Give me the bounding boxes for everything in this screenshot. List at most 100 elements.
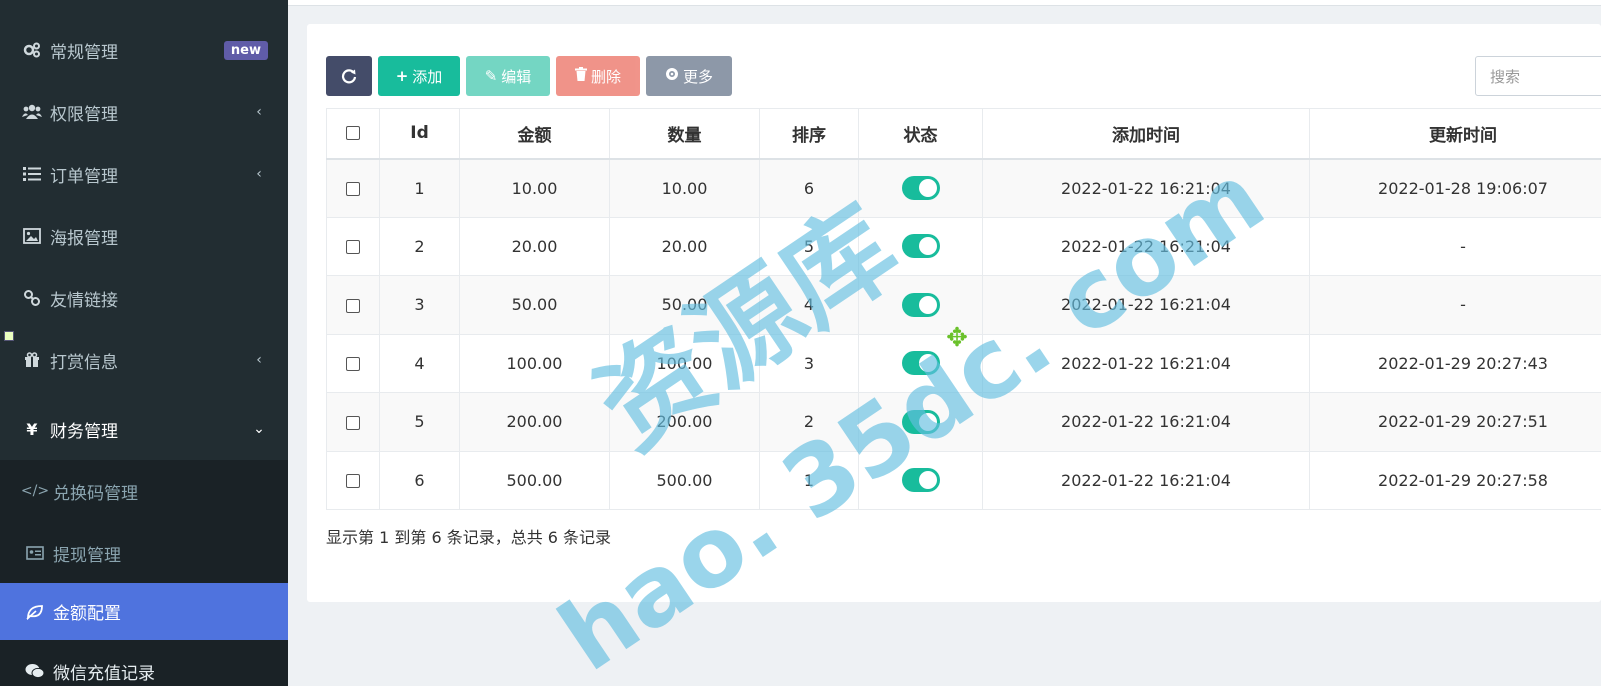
chevron-left-icon: ‹ (256, 352, 262, 368)
cell-quantity: 200.00 (609, 392, 760, 452)
delete-button[interactable]: 删除 (556, 56, 640, 96)
sidebar-item-label: 打赏信息 (50, 352, 118, 373)
table-row[interactable]: 1 10.00 10.00 6 2022-01-22 16:21:04 2022… (326, 158, 1601, 218)
sidebar: 常规管理 new 权限管理 ‹ 订单管理 ‹ 海报管理 友情链接 打赏信息 ‹ (0, 0, 288, 686)
column-header[interactable]: 数量 (609, 108, 760, 160)
gift-icon (22, 350, 42, 370)
sidebar-item-label: 提现管理 (53, 545, 121, 566)
cell-id: 4 (379, 333, 460, 393)
cell-added-time: 2022-01-22 16:21:04 (982, 450, 1310, 510)
yen-icon: ¥ (26, 419, 38, 439)
select-all-header (326, 108, 380, 160)
row-checkbox[interactable] (346, 415, 360, 430)
cell-quantity: 500.00 (609, 450, 760, 510)
cell-sort: 2 (759, 392, 859, 452)
status-toggle[interactable] (901, 351, 940, 376)
status-toggle[interactable] (901, 468, 940, 493)
row-checkbox[interactable] (346, 182, 360, 196)
column-header[interactable]: 排序 (759, 108, 859, 160)
finance-submenu: </> 兑换码管理 提现管理 金额配置 微信充值记录 (0, 460, 288, 686)
sidebar-item-amount-config[interactable]: 金额配置 (0, 583, 288, 640)
sidebar-item-rewards[interactable]: 打赏信息 ‹ (0, 329, 288, 391)
status-toggle[interactable] (901, 409, 940, 434)
sidebar-item-orders[interactable]: 订单管理 ‹ (0, 143, 288, 205)
link-icon (22, 288, 42, 308)
cell-amount: 20.00 (459, 216, 610, 276)
cell-sort: 1 (759, 450, 859, 510)
cell-sort: 5 (759, 216, 859, 276)
sidebar-item-redeem-codes[interactable]: </> 兑换码管理 (0, 460, 288, 522)
table-row[interactable]: 2 20.00 20.00 5 2022-01-22 16:21:04 - (326, 216, 1601, 276)
row-checkbox[interactable] (346, 240, 360, 255)
cell-id: 2 (379, 216, 460, 276)
group-icon (22, 102, 42, 122)
more-button[interactable]: 更多 (646, 56, 732, 96)
add-button[interactable]: + 添加 (378, 56, 460, 96)
table-row[interactable]: 5 200.00 200.00 2 2022-01-22 16:21:04 20… (326, 392, 1601, 452)
new-badge: new (223, 40, 268, 60)
cell-updated-time: 2022-01-29 20:27:51 (1309, 392, 1601, 452)
cell-amount: 200.00 (459, 392, 610, 452)
column-header[interactable]: 添加时间 (982, 108, 1310, 160)
refresh-icon (341, 69, 357, 84)
cell-quantity: 10.00 (609, 158, 760, 218)
chevron-left-icon: ‹ (256, 104, 262, 120)
cell-added-time: 2022-01-22 16:21:04 (982, 392, 1310, 452)
refresh-button[interactable] (326, 56, 372, 96)
row-checkbox[interactable] (346, 474, 360, 489)
sidebar-item-permissions[interactable]: 权限管理 ‹ (0, 81, 288, 143)
table-header-row: Id 金额 数量 排序 状态 添加时间 更新时间 (326, 108, 1601, 160)
sidebar-item-general[interactable]: 常规管理 new (0, 19, 288, 81)
cell-added-time: 2022-01-22 16:21:04 (982, 333, 1310, 393)
amount-config-table: Id 金额 数量 排序 状态 添加时间 更新时间 1 10.00 10.00 6… (326, 108, 1601, 510)
sidebar-item-label: 订单管理 (50, 166, 118, 187)
sidebar-item-withdrawals[interactable]: 提现管理 (0, 522, 288, 584)
content-panel: + 添加 ✎ 编辑 删除 更多 搜索 Id 金额 数量 排序 状态 添加时间 更… (307, 24, 1601, 602)
move-cursor-icon: ✥ (946, 323, 968, 353)
sidebar-item-label: 常规管理 (50, 42, 118, 63)
cell-amount: 10.00 (459, 158, 610, 218)
row-checkbox[interactable] (346, 357, 360, 372)
status-toggle[interactable] (901, 176, 940, 200)
sidebar-item-label: 权限管理 (50, 104, 118, 125)
sidebar-item-finance[interactable]: ¥ 财务管理 ⌄ (0, 398, 288, 460)
cell-added-time: 2022-01-22 16:21:04 (982, 216, 1310, 276)
image-icon (22, 226, 42, 246)
list-icon (22, 164, 42, 184)
sidebar-item-wechat-recharge[interactable]: 微信充值记录 (0, 640, 288, 686)
column-header[interactable]: 状态 (858, 108, 983, 160)
cell-updated-time: 2022-01-29 20:27:43 (1309, 333, 1601, 393)
sidebar-item-label: 海报管理 (50, 228, 118, 249)
scroll-marker (4, 331, 14, 341)
status-toggle[interactable] (901, 234, 940, 259)
cell-id: 6 (379, 450, 460, 510)
cell-sort: 4 (759, 275, 859, 335)
edit-button[interactable]: ✎ 编辑 (466, 56, 550, 96)
sidebar-item-label: 金额配置 (53, 604, 121, 624)
cogs-icon (22, 40, 42, 60)
table-row[interactable]: 6 500.00 500.00 1 2022-01-22 16:21:04 20… (326, 450, 1601, 510)
status-toggle[interactable] (901, 292, 940, 317)
cell-updated-time: - (1309, 275, 1601, 335)
cell-sort: 3 (759, 333, 859, 393)
sidebar-item-label: 友情链接 (50, 290, 118, 311)
sidebar-item-friend-links[interactable]: 友情链接 (0, 267, 288, 329)
id-card-icon (25, 546, 45, 560)
select-all-checkbox[interactable] (346, 126, 360, 141)
column-header[interactable]: 更新时间 (1309, 108, 1601, 160)
cell-quantity: 50.00 (609, 275, 760, 335)
search-input[interactable]: 搜索 (1475, 56, 1601, 96)
chevron-left-icon: ‹ (256, 166, 262, 182)
code-icon: </> (20, 483, 50, 499)
column-header[interactable]: 金额 (459, 108, 610, 160)
pencil-icon: ✎ (484, 67, 498, 85)
column-header[interactable]: Id (379, 108, 460, 160)
sidebar-item-posters[interactable]: 海报管理 (0, 205, 288, 267)
pagination-info: 显示第 1 到第 6 条记录，总共 6 条记录 (326, 528, 612, 547)
row-checkbox[interactable] (346, 298, 360, 313)
cell-id: 1 (379, 158, 460, 218)
search-placeholder: 搜索 (1490, 67, 1521, 86)
cell-quantity: 100.00 (609, 333, 760, 393)
toolbar: + 添加 ✎ 编辑 删除 更多 (326, 56, 732, 96)
cell-updated-time: 2022-01-29 20:27:58 (1309, 450, 1601, 510)
